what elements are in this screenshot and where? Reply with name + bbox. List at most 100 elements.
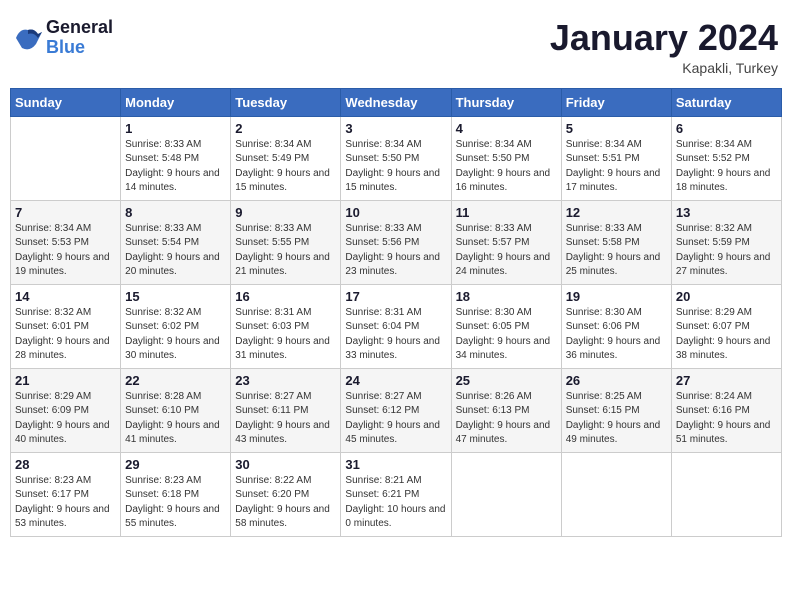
day-number: 29 [125,457,226,472]
calendar-cell: 21Sunrise: 8:29 AM Sunset: 6:09 PM Dayli… [11,368,121,452]
day-info: Sunrise: 8:31 AM Sunset: 6:04 PM Dayligh… [345,306,446,364]
calendar-cell: 12Sunrise: 8:33 AM Sunset: 5:58 PM Dayli… [561,200,671,284]
calendar-cell: 14 Sunrise: 8:32 AM Sunset: 6:01 PM Dayli… [11,284,121,368]
day-number: 16 [235,289,336,304]
weekday-header: Friday [561,88,671,116]
calendar-cell: 26 Sunrise: 8:25 AM Sunset: 6:15 PM Dayli… [561,368,671,452]
calendar-cell: 2 Sunrise: 8:34 AM Sunset: 5:49 PM Daylig… [231,116,341,200]
calendar-cell: 29 Sunrise: 8:23 AM Sunset: 6:18 PM Dayli… [121,452,231,536]
day-info: Sunrise: 8:34 AM Sunset: 5:53 PM Dayligh… [15,222,116,280]
calendar-cell: 3 Sunrise: 8:34 AM Sunset: 5:50 PM Daylig… [341,116,451,200]
day-info: Sunrise: 8:21 AM Sunset: 6:21 PM Dayligh… [345,474,446,532]
calendar-cell: 13 Sunrise: 8:32 AM Sunset: 5:59 PM Dayli… [671,200,781,284]
calendar-cell [451,452,561,536]
day-number: 4 [456,121,557,136]
day-info: Sunrise: 8:32 AM Sunset: 6:01 PM Dayligh… [15,306,116,364]
day-info: Sunrise: 8:34 AM Sunset: 5:50 PM Dayligh… [345,138,446,196]
day-info: Sunrise: 8:28 AM Sunset: 6:10 PM Dayligh… [125,390,226,448]
location-subtitle: Kapakli, Turkey [550,60,778,76]
day-info: Sunrise: 8:29 AM Sunset: 6:07 PM Dayligh… [676,306,777,364]
calendar-cell: 6 Sunrise: 8:34 AM Sunset: 5:52 PM Daylig… [671,116,781,200]
weekday-header: Saturday [671,88,781,116]
calendar-cell: 28 Sunrise: 8:23 AM Sunset: 6:17 PM Dayli… [11,452,121,536]
day-info: Sunrise: 8:23 AM Sunset: 6:18 PM Dayligh… [125,474,226,532]
day-number: 10 [345,205,446,220]
day-info: Sunrise: 8:25 AM Sunset: 6:15 PM Dayligh… [566,390,667,448]
day-info: Sunrise: 8:33 AM Sunset: 5:54 PM Dayligh… [125,222,226,280]
day-info: Sunrise: 8:22 AM Sunset: 6:20 PM Dayligh… [235,474,336,532]
calendar-week-row: 14 Sunrise: 8:32 AM Sunset: 6:01 PM Dayli… [11,284,782,368]
calendar-cell: 18 Sunrise: 8:30 AM Sunset: 6:05 PM Dayli… [451,284,561,368]
calendar-cell: 7Sunrise: 8:34 AM Sunset: 5:53 PM Daylig… [11,200,121,284]
day-info: Sunrise: 8:32 AM Sunset: 5:59 PM Dayligh… [676,222,777,280]
calendar-cell: 11 Sunrise: 8:33 AM Sunset: 5:57 PM Dayli… [451,200,561,284]
day-number: 18 [456,289,557,304]
day-number: 5 [566,121,667,136]
day-info: Sunrise: 8:33 AM Sunset: 5:57 PM Dayligh… [456,222,557,280]
logo-icon [14,24,42,52]
day-number: 1 [125,121,226,136]
calendar-table: SundayMondayTuesdayWednesdayThursdayFrid… [10,88,782,537]
day-info: Sunrise: 8:24 AM Sunset: 6:16 PM Dayligh… [676,390,777,448]
day-number: 13 [676,205,777,220]
day-number: 31 [345,457,446,472]
calendar-cell: 24Sunrise: 8:27 AM Sunset: 6:12 PM Dayli… [341,368,451,452]
day-info: Sunrise: 8:31 AM Sunset: 6:03 PM Dayligh… [235,306,336,364]
day-info: Sunrise: 8:33 AM Sunset: 5:48 PM Dayligh… [125,138,226,196]
logo: General Blue [14,18,113,58]
day-number: 26 [566,373,667,388]
day-info: Sunrise: 8:27 AM Sunset: 6:12 PM Dayligh… [345,390,446,448]
day-number: 19 [566,289,667,304]
weekday-header: Sunday [11,88,121,116]
calendar-cell: 1 Sunrise: 8:33 AM Sunset: 5:48 PM Daylig… [121,116,231,200]
weekday-header: Monday [121,88,231,116]
calendar-cell: 19Sunrise: 8:30 AM Sunset: 6:06 PM Dayli… [561,284,671,368]
calendar-cell: 17Sunrise: 8:31 AM Sunset: 6:04 PM Dayli… [341,284,451,368]
day-info: Sunrise: 8:33 AM Sunset: 5:55 PM Dayligh… [235,222,336,280]
calendar-cell: 20 Sunrise: 8:29 AM Sunset: 6:07 PM Dayli… [671,284,781,368]
calendar-cell [561,452,671,536]
logo-line2: Blue [46,38,113,58]
day-number: 15 [125,289,226,304]
calendar-week-row: 28 Sunrise: 8:23 AM Sunset: 6:17 PM Dayli… [11,452,782,536]
weekday-header: Tuesday [231,88,341,116]
day-number: 28 [15,457,116,472]
day-number: 6 [676,121,777,136]
calendar-cell: 9 Sunrise: 8:33 AM Sunset: 5:55 PM Daylig… [231,200,341,284]
day-number: 12 [566,205,667,220]
day-number: 14 [15,289,116,304]
day-info: Sunrise: 8:30 AM Sunset: 6:05 PM Dayligh… [456,306,557,364]
day-number: 21 [15,373,116,388]
calendar-cell: 5 Sunrise: 8:34 AM Sunset: 5:51 PM Daylig… [561,116,671,200]
day-info: Sunrise: 8:34 AM Sunset: 5:50 PM Dayligh… [456,138,557,196]
day-info: Sunrise: 8:32 AM Sunset: 6:02 PM Dayligh… [125,306,226,364]
title-area: January 2024 Kapakli, Turkey [550,18,778,76]
calendar-cell: 16 Sunrise: 8:31 AM Sunset: 6:03 PM Dayli… [231,284,341,368]
calendar-week-row: 1 Sunrise: 8:33 AM Sunset: 5:48 PM Daylig… [11,116,782,200]
day-info: Sunrise: 8:34 AM Sunset: 5:52 PM Dayligh… [676,138,777,196]
day-number: 9 [235,205,336,220]
day-number: 20 [676,289,777,304]
calendar-cell: 30Sunrise: 8:22 AM Sunset: 6:20 PM Dayli… [231,452,341,536]
calendar-cell: 25 Sunrise: 8:26 AM Sunset: 6:13 PM Dayli… [451,368,561,452]
day-info: Sunrise: 8:33 AM Sunset: 5:56 PM Dayligh… [345,222,446,280]
calendar-cell: 23Sunrise: 8:27 AM Sunset: 6:11 PM Dayli… [231,368,341,452]
day-number: 25 [456,373,557,388]
calendar-cell: 4 Sunrise: 8:34 AM Sunset: 5:50 PM Daylig… [451,116,561,200]
day-info: Sunrise: 8:26 AM Sunset: 6:13 PM Dayligh… [456,390,557,448]
day-info: Sunrise: 8:23 AM Sunset: 6:17 PM Dayligh… [15,474,116,532]
day-number: 11 [456,205,557,220]
day-info: Sunrise: 8:27 AM Sunset: 6:11 PM Dayligh… [235,390,336,448]
calendar-week-row: 7Sunrise: 8:34 AM Sunset: 5:53 PM Daylig… [11,200,782,284]
calendar-cell: 15 Sunrise: 8:32 AM Sunset: 6:02 PM Dayli… [121,284,231,368]
day-number: 8 [125,205,226,220]
day-number: 2 [235,121,336,136]
day-info: Sunrise: 8:34 AM Sunset: 5:49 PM Dayligh… [235,138,336,196]
day-number: 3 [345,121,446,136]
calendar-week-row: 21Sunrise: 8:29 AM Sunset: 6:09 PM Dayli… [11,368,782,452]
calendar-header-row: SundayMondayTuesdayWednesdayThursdayFrid… [11,88,782,116]
logo-text: General Blue [46,18,113,58]
day-info: Sunrise: 8:34 AM Sunset: 5:51 PM Dayligh… [566,138,667,196]
weekday-header: Wednesday [341,88,451,116]
calendar-cell: 22Sunrise: 8:28 AM Sunset: 6:10 PM Dayli… [121,368,231,452]
